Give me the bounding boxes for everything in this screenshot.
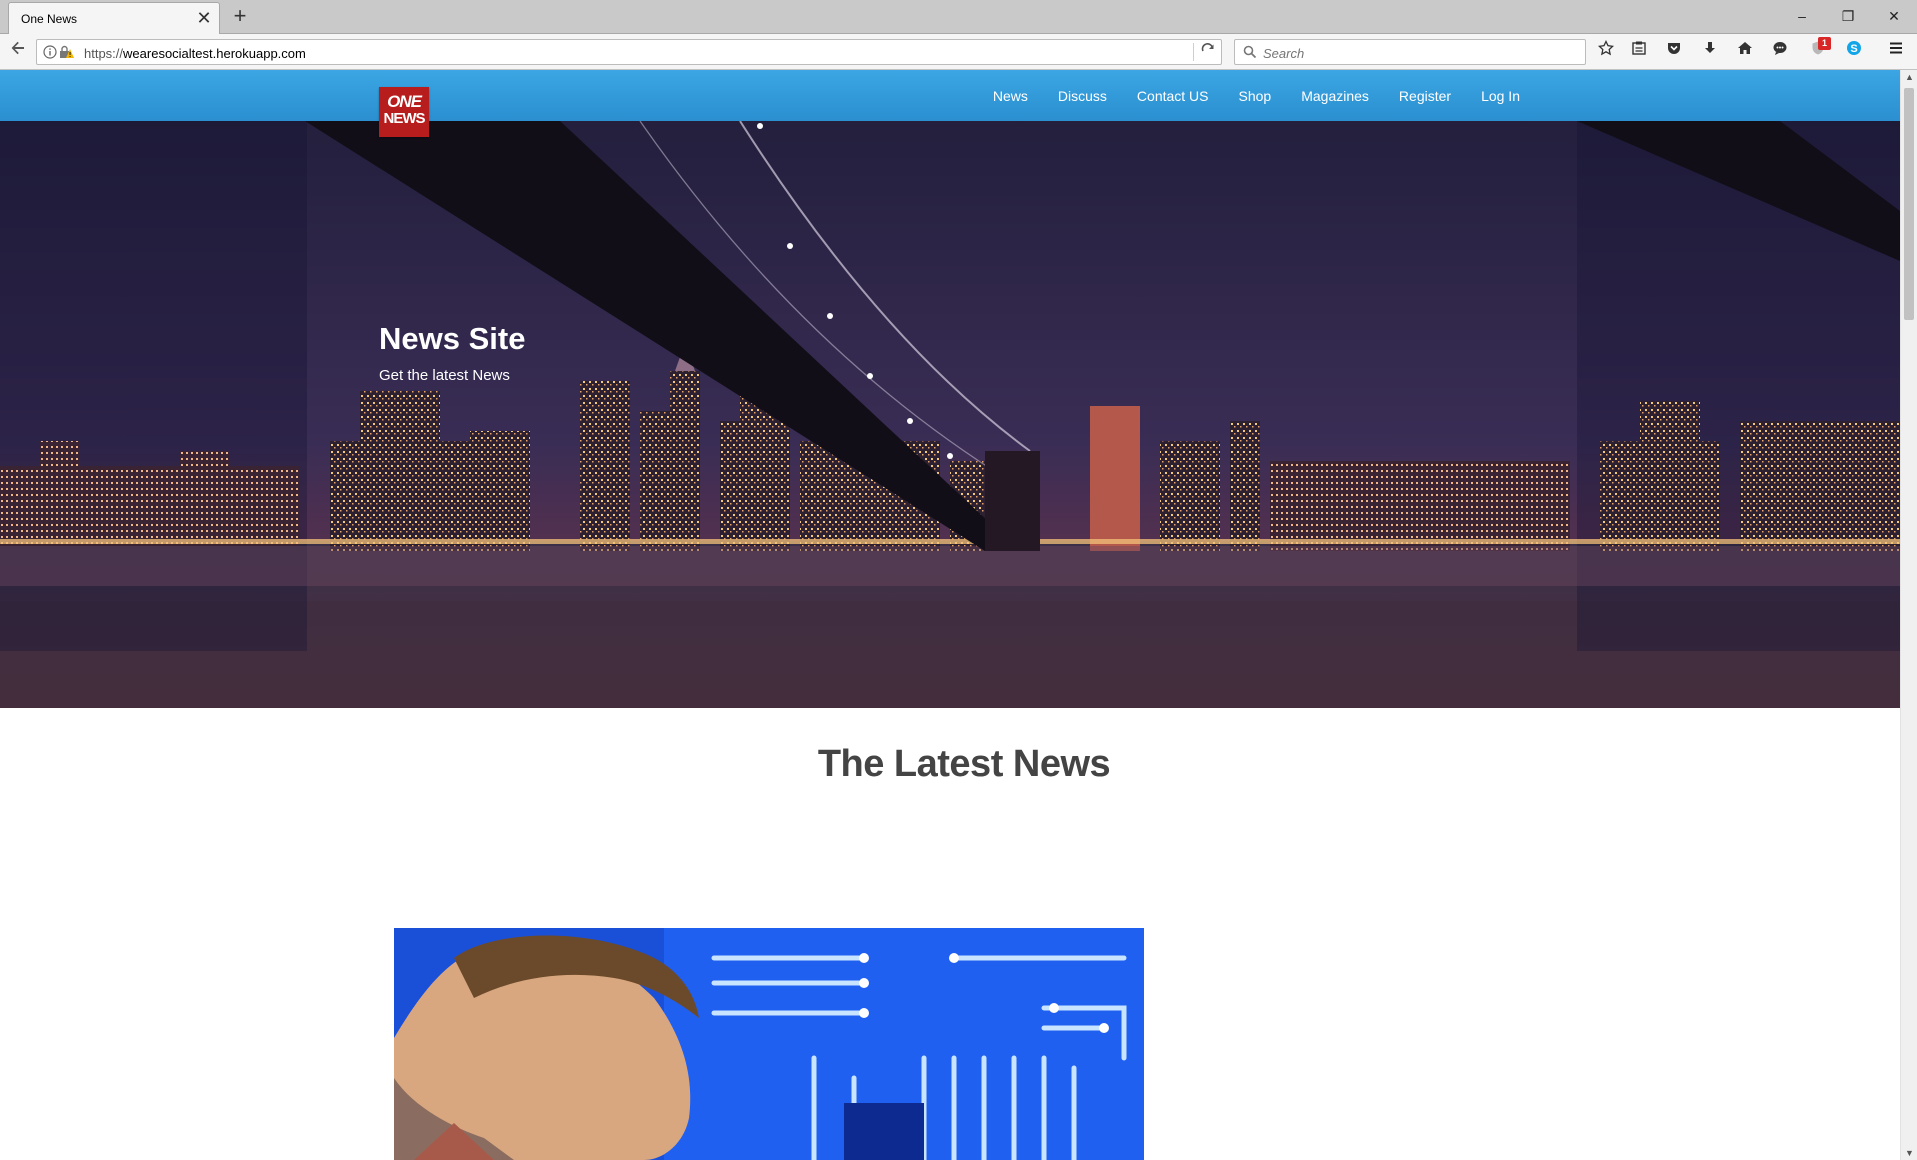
skype-icon[interactable]: S: [1842, 40, 1866, 64]
hamburger-menu-icon[interactable]: [1884, 40, 1908, 64]
nav-contact-link[interactable]: Contact US: [1137, 88, 1209, 104]
tab-close-icon[interactable]: ✕: [195, 9, 213, 27]
article-image[interactable]: [394, 928, 1144, 1160]
browser-tab[interactable]: One News ✕: [8, 2, 220, 34]
download-icon[interactable]: [1698, 40, 1722, 64]
logo-line1: ONE: [387, 92, 422, 111]
url-divider: [1193, 43, 1194, 61]
logo-line2: NEWS: [383, 110, 426, 127]
new-tab-button[interactable]: +: [228, 4, 252, 28]
nav-magazines-link[interactable]: Magazines: [1301, 88, 1369, 104]
pocket-icon[interactable]: [1662, 40, 1686, 64]
site-header: News Discuss Contact US Shop Magazines R…: [0, 70, 1900, 121]
nav-discuss-link[interactable]: Discuss: [1058, 88, 1107, 104]
one-news-logo[interactable]: ONE NEWS: [379, 87, 429, 137]
minimize-button[interactable]: –: [1779, 0, 1825, 32]
svg-text:S: S: [1850, 43, 1857, 55]
nav-register-link[interactable]: Register: [1399, 88, 1451, 104]
nav-news-link[interactable]: News: [993, 88, 1028, 104]
circuit-board-man-photo: [394, 928, 1144, 1160]
reload-icon[interactable]: [1197, 42, 1219, 62]
hero-title: News Site: [379, 321, 526, 356]
scroll-up-arrow-icon[interactable]: ▲: [1903, 70, 1916, 84]
city-bridge-night-image: [0, 121, 1900, 708]
url-text[interactable]: https://wearesocialtest.herokuapp.com: [84, 46, 306, 61]
web-page: News Discuss Contact US Shop Magazines R…: [0, 70, 1900, 1160]
insecure-lock-icon[interactable]: [59, 45, 75, 59]
reading-list-icon[interactable]: [1627, 40, 1651, 64]
scroll-down-arrow-icon[interactable]: ▼: [1903, 1146, 1916, 1160]
search-input[interactable]: [1261, 43, 1575, 63]
hero-banner: News Site Get the latest News: [0, 121, 1900, 708]
restore-button[interactable]: ❐: [1825, 0, 1871, 32]
chat-icon[interactable]: [1768, 40, 1792, 64]
browser-toolbar: https://wearesocialtest.herokuapp.com 1 …: [0, 34, 1917, 70]
bookmark-star-icon[interactable]: [1594, 39, 1618, 64]
page-scrollbar[interactable]: ▲ ▼: [1900, 70, 1917, 1160]
notification-badge: 1: [1818, 37, 1831, 50]
tab-title: One News: [21, 12, 78, 26]
nav-shop-link[interactable]: Shop: [1239, 88, 1272, 104]
hero-subtitle: Get the latest News: [379, 367, 510, 384]
close-window-button[interactable]: ✕: [1871, 0, 1917, 32]
nav-login-link[interactable]: Log In: [1481, 88, 1520, 104]
latest-news-heading: The Latest News: [817, 743, 1111, 785]
scroll-thumb[interactable]: [1904, 88, 1914, 320]
tab-strip: One News ✕ + – ❐ ✕: [0, 0, 1917, 34]
search-box[interactable]: [1234, 39, 1586, 65]
address-bar[interactable]: https://wearesocialtest.herokuapp.com: [36, 39, 1222, 65]
home-icon[interactable]: [1733, 40, 1757, 64]
back-arrow-icon[interactable]: [6, 40, 30, 64]
search-icon: [1243, 45, 1257, 59]
site-nav: News Discuss Contact US Shop Magazines R…: [963, 70, 1520, 121]
url-host: wearesocialtest.herokuapp.com: [123, 46, 306, 61]
url-scheme: https://: [84, 46, 124, 61]
info-icon[interactable]: [43, 45, 57, 59]
